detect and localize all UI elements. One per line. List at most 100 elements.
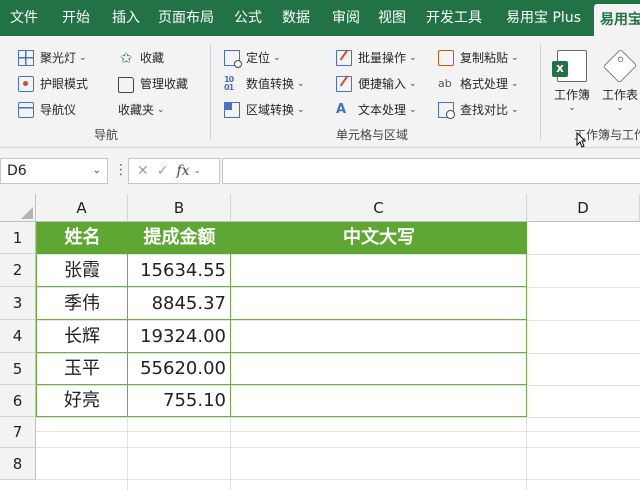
format-icon: ab bbox=[438, 77, 452, 90]
range-convert-button[interactable]: 区域转换 ⌄ bbox=[224, 100, 305, 120]
navigator-icon bbox=[18, 102, 34, 118]
table-cell-amount[interactable]: 8845.37 bbox=[128, 287, 231, 320]
manage-favorites-button[interactable]: 管理收藏 bbox=[118, 74, 188, 94]
workbook-button[interactable]: 工作簿 ⌄ bbox=[546, 50, 598, 113]
gridline bbox=[36, 447, 640, 448]
table-cell-amount[interactable]: 55620.00 bbox=[128, 353, 231, 385]
format-processing-button[interactable]: ab 格式处理 ⌄ bbox=[438, 74, 519, 94]
column-header-d[interactable]: D bbox=[527, 194, 640, 222]
tab-formulas[interactable]: 公式 bbox=[234, 0, 262, 36]
tab-insert[interactable]: 插入 bbox=[112, 0, 140, 36]
eye-protection-button[interactable]: 护眼模式 bbox=[18, 74, 88, 94]
folder-icon bbox=[118, 77, 134, 93]
nav-group-label: 导航 bbox=[94, 128, 119, 142]
table-cell-name[interactable]: 好亮 bbox=[37, 385, 128, 417]
chevron-down-icon: ⌄ bbox=[568, 103, 576, 113]
navigator-button[interactable]: 导航仪 bbox=[18, 100, 76, 120]
copy-paste-button[interactable]: 复制粘贴 ⌄ bbox=[438, 48, 519, 68]
chevron-down-icon[interactable]: ⌄ bbox=[93, 159, 101, 183]
gridline bbox=[36, 479, 640, 480]
row-header-8[interactable]: 8 bbox=[0, 448, 36, 480]
row-header-1[interactable]: 1 bbox=[0, 222, 36, 254]
table-cell-name[interactable]: 张霞 bbox=[37, 254, 128, 287]
row-header-3[interactable]: 3 bbox=[0, 287, 36, 320]
tab-yiyongbao-plus[interactable]: 易用宝 Plus bbox=[506, 0, 581, 36]
header-cell-amount[interactable]: 提成金额 bbox=[128, 222, 231, 254]
number-convert-button[interactable]: 10 01 数值转换 ⌄ bbox=[224, 74, 305, 94]
more-options-icon[interactable]: ⋮ bbox=[114, 158, 128, 184]
find-compare-label: 查找对比 bbox=[460, 103, 509, 117]
tab-data[interactable]: 数据 bbox=[282, 0, 310, 36]
eye-protection-icon bbox=[18, 76, 34, 92]
column-header-a[interactable]: A bbox=[36, 194, 128, 222]
tab-home[interactable]: 开始 bbox=[62, 0, 90, 36]
table-cell-upper[interactable] bbox=[231, 353, 527, 385]
batch-operation-label: 批量操作 bbox=[358, 51, 407, 65]
ribbon: 聚光灯 ⌄ 护眼模式 导航仪 ✩ 收藏 管理收藏 收藏夹 ⌄ 导航 定位 ⌄ 1… bbox=[0, 36, 640, 148]
row-header-4[interactable]: 4 bbox=[0, 320, 36, 353]
copy-paste-label: 复制粘贴 bbox=[460, 51, 509, 65]
number-convert-icon: 10 01 bbox=[224, 75, 234, 92]
table-cell-amount[interactable]: 19324.00 bbox=[128, 320, 231, 353]
cancel-icon[interactable]: ✕ bbox=[137, 163, 149, 179]
chevron-down-icon: ⌄ bbox=[79, 53, 87, 63]
table-cell-upper[interactable] bbox=[231, 385, 527, 417]
chevron-down-icon: ⌄ bbox=[511, 53, 519, 63]
header-cell-upper[interactable]: 中文大写 bbox=[231, 222, 527, 254]
tab-file[interactable]: 文件 bbox=[10, 0, 38, 36]
chevron-down-icon[interactable]: ⌄ bbox=[194, 166, 202, 176]
favorite-button[interactable]: ✩ 收藏 bbox=[118, 48, 164, 68]
gridline bbox=[36, 417, 640, 418]
formula-buttons: ✕ ✓ fx ⌄ bbox=[128, 158, 220, 184]
header-cell-name[interactable]: 姓名 bbox=[37, 222, 128, 254]
name-box[interactable]: D6 ⌄ bbox=[0, 158, 108, 184]
text-processing-button[interactable]: A 文本处理 ⌄ bbox=[336, 100, 417, 120]
select-all-corner[interactable] bbox=[0, 194, 36, 222]
range-convert-icon bbox=[224, 102, 240, 118]
locate-button[interactable]: 定位 ⌄ bbox=[224, 48, 281, 68]
worksheet-button[interactable]: 工作表 ⌄ bbox=[594, 48, 640, 113]
table-cell-amount[interactable]: 755.10 bbox=[128, 385, 231, 417]
table-cell-name[interactable]: 长辉 bbox=[37, 320, 128, 353]
worksheet-label: 工作表 bbox=[601, 88, 638, 102]
column-header-c[interactable]: C bbox=[231, 194, 527, 222]
column-header-b[interactable]: B bbox=[128, 194, 231, 222]
tab-yiyongbao[interactable]: 易用宝 bbox=[594, 4, 640, 36]
table-cell-name[interactable]: 季伟 bbox=[37, 287, 128, 320]
range-convert-label: 区域转换 bbox=[246, 103, 295, 117]
navigator-label: 导航仪 bbox=[40, 103, 77, 117]
tab-view[interactable]: 视图 bbox=[378, 0, 406, 36]
batch-operation-button[interactable]: 批量操作 ⌄ bbox=[336, 48, 417, 68]
row-header-2[interactable]: 2 bbox=[0, 254, 36, 287]
batch-operation-icon bbox=[336, 50, 352, 66]
table-cell-upper[interactable] bbox=[231, 320, 527, 353]
table-cell-upper[interactable] bbox=[231, 254, 527, 287]
find-compare-button[interactable]: 查找对比 ⌄ bbox=[438, 100, 519, 120]
insert-function-button[interactable]: fx bbox=[176, 163, 189, 179]
tab-developer[interactable]: 开发工具 bbox=[426, 0, 482, 36]
formula-input[interactable] bbox=[222, 158, 640, 184]
favorites-folder-label: 收藏夹 bbox=[118, 103, 155, 117]
table-cell-upper[interactable] bbox=[231, 287, 527, 320]
tab-page-layout[interactable]: 页面布局 bbox=[158, 0, 214, 36]
quick-input-button[interactable]: 便捷输入 ⌄ bbox=[336, 74, 417, 94]
eye-protection-label: 护眼模式 bbox=[40, 77, 89, 91]
chevron-down-icon: ⌄ bbox=[409, 79, 417, 89]
confirm-icon[interactable]: ✓ bbox=[157, 163, 169, 179]
spotlight-icon bbox=[18, 50, 34, 66]
table-cell-amount[interactable]: 15634.55 bbox=[128, 254, 231, 287]
spotlight-label: 聚光灯 bbox=[40, 51, 77, 65]
favorites-folder-button[interactable]: 收藏夹 ⌄ bbox=[118, 100, 165, 120]
copy-icon bbox=[438, 50, 454, 66]
quick-input-icon bbox=[336, 76, 352, 92]
spotlight-button[interactable]: 聚光灯 ⌄ bbox=[18, 48, 87, 68]
text-processing-icon: A bbox=[336, 102, 347, 117]
row-header-7[interactable]: 7 bbox=[0, 417, 36, 448]
manage-favorites-label: 管理收藏 bbox=[140, 77, 189, 91]
chevron-down-icon: ⌄ bbox=[157, 105, 165, 115]
row-header-5[interactable]: 5 bbox=[0, 353, 36, 385]
group-divider bbox=[210, 44, 211, 140]
table-cell-name[interactable]: 玉平 bbox=[37, 353, 128, 385]
tab-review[interactable]: 审阅 bbox=[332, 0, 360, 36]
row-header-6[interactable]: 6 bbox=[0, 385, 36, 417]
